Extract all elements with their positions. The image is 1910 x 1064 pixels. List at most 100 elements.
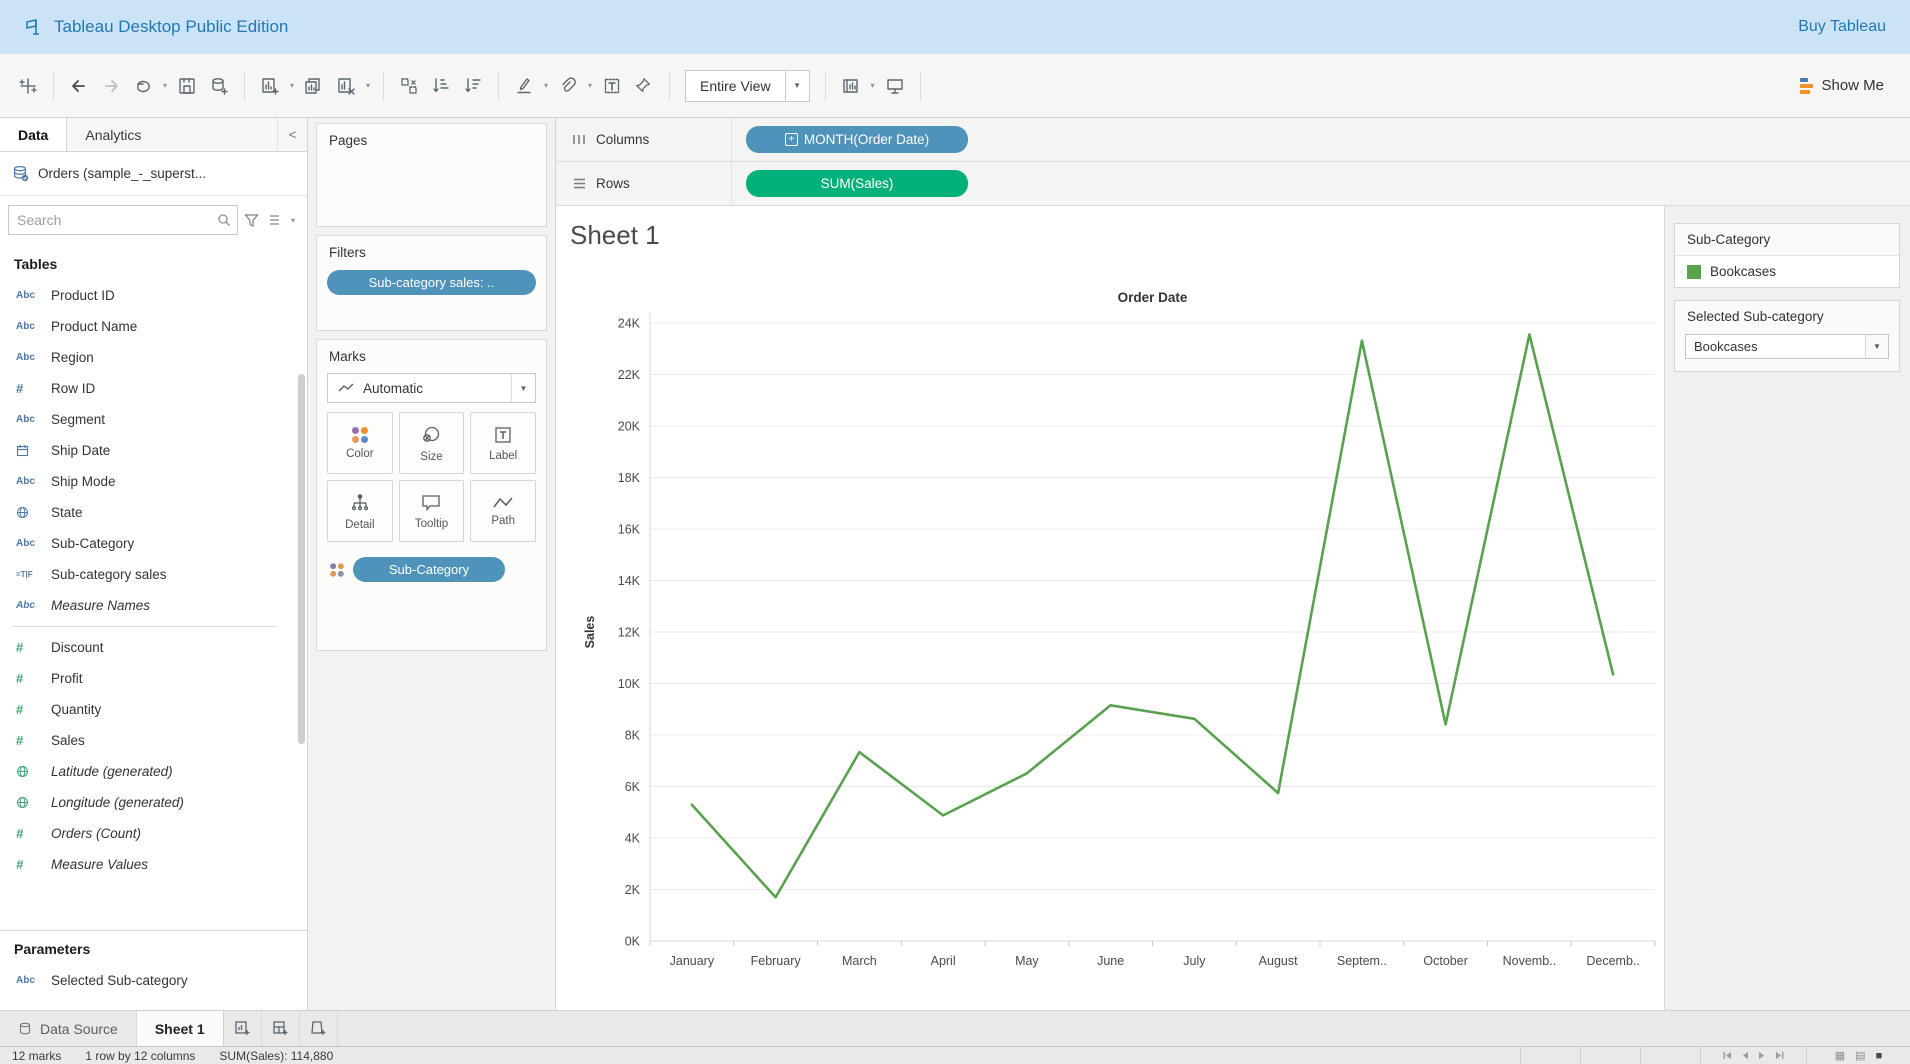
field-quantity[interactable]: #Quantity — [0, 694, 307, 725]
new-worksheet-button[interactable] — [254, 70, 286, 102]
filter-fields-icon[interactable] — [244, 213, 259, 228]
field-longitude-generated-[interactable]: Longitude (generated) — [0, 787, 307, 818]
label-button[interactable]: Label — [470, 412, 536, 474]
parameter-selected-sub-category[interactable]: AbcSelected Sub-category — [0, 965, 307, 996]
new-story-tab-button[interactable] — [300, 1011, 338, 1046]
field-label: Profit — [51, 671, 83, 686]
highlight-caret[interactable]: ▾ — [540, 81, 552, 90]
title-bar: Tableau Desktop Public Edition Buy Table… — [0, 0, 1910, 54]
chart-canvas[interactable]: Order Date0K2K4K6K8K10K12K14K16K18K20K22… — [556, 206, 1665, 1009]
filter-pill-subcategory-sales[interactable]: Sub-category sales: .. — [327, 270, 536, 295]
sort-descending-button[interactable] — [457, 70, 489, 102]
data-source-item[interactable]: Orders (sample_-_superst... — [0, 152, 307, 196]
detail-button[interactable]: Detail — [327, 480, 393, 542]
field-measure-values[interactable]: #Measure Values — [0, 849, 307, 880]
search-box[interactable] — [8, 205, 238, 235]
last-record-icon[interactable] — [1775, 1051, 1784, 1060]
tooltip-button[interactable]: Tooltip — [399, 480, 465, 542]
show-cards-button[interactable] — [835, 70, 867, 102]
field-profit[interactable]: #Profit — [0, 663, 307, 694]
show-me-button[interactable]: Show Me — [1786, 77, 1898, 94]
field-row-id[interactable]: #Row ID — [0, 373, 307, 404]
format-links-caret[interactable]: ▾ — [584, 81, 596, 90]
fields-scrollbar[interactable] — [298, 374, 305, 744]
mark-type-caret[interactable]: ▼ — [511, 374, 535, 402]
duplicate-sheet-button[interactable] — [298, 70, 330, 102]
field-measure-names[interactable]: AbcMeasure Names — [0, 590, 307, 621]
size-button[interactable]: Size — [399, 412, 465, 474]
collapse-pane-chevron[interactable]: < — [277, 118, 307, 151]
grid-view-icon[interactable]: ▦ — [1835, 1049, 1845, 1062]
fix-axes-pin-button[interactable] — [628, 70, 660, 102]
field-sub-category-sales[interactable]: =T|FSub-category sales — [0, 559, 307, 590]
format-links-icon[interactable] — [552, 70, 584, 102]
new-worksheet-tab-button[interactable] — [224, 1011, 262, 1046]
replay-button[interactable] — [127, 70, 159, 102]
replay-caret[interactable]: ▾ — [159, 81, 171, 90]
highlight-button[interactable] — [508, 70, 540, 102]
rows-pill-sum-sales[interactable]: SUM(Sales) — [746, 170, 968, 197]
undo-button[interactable] — [63, 70, 95, 102]
marks-pill-subcategory[interactable]: Sub-Category — [353, 557, 505, 582]
field-sales[interactable]: #Sales — [0, 725, 307, 756]
field-discount[interactable]: #Discount — [0, 632, 307, 663]
columns-pill-month-order-date[interactable]: + MONTH(Order Date) — [746, 126, 968, 153]
parameter-caret[interactable]: ▼ — [1865, 335, 1888, 358]
new-worksheet-caret[interactable]: ▾ — [286, 81, 298, 90]
color-button[interactable]: Color — [327, 412, 393, 474]
field-latitude-generated-[interactable]: Latitude (generated) — [0, 756, 307, 787]
show-cards-caret[interactable]: ▾ — [867, 81, 879, 90]
clear-sheet-button[interactable] — [330, 70, 362, 102]
fit-selector-value: Entire View — [686, 71, 785, 101]
field-sub-category[interactable]: AbcSub-Category — [0, 528, 307, 559]
field-region[interactable]: AbcRegion — [0, 342, 307, 373]
columns-shelf[interactable]: Columns + MONTH(Order Date) — [556, 118, 1910, 162]
tab-sheet1[interactable]: Sheet 1 — [137, 1011, 224, 1046]
filters-card[interactable]: Filters Sub-category sales: .. — [316, 235, 547, 331]
sheet-canvas: Sheet 1 Order Date0K2K4K6K8K10K12K14K16K… — [556, 206, 1665, 1010]
buy-tableau-link[interactable]: Buy Tableau — [1798, 18, 1886, 36]
mark-type-dropdown[interactable]: Automatic ▼ — [327, 373, 536, 403]
tableau-logo-icon[interactable] — [12, 70, 44, 102]
pages-card[interactable]: Pages — [316, 123, 547, 227]
new-dashboard-tab-button[interactable] — [262, 1011, 300, 1046]
redo-button[interactable] — [95, 70, 127, 102]
field-ship-date[interactable]: Ship Date — [0, 435, 307, 466]
field-label: Segment — [51, 412, 105, 427]
field-orders-count-[interactable]: #Orders (Count) — [0, 818, 307, 849]
view-options-icon[interactable] — [265, 213, 281, 227]
next-record-icon[interactable] — [1758, 1051, 1766, 1060]
clear-sheet-caret[interactable]: ▾ — [362, 81, 374, 90]
tab-data[interactable]: Data — [0, 118, 66, 151]
field-ship-mode[interactable]: AbcShip Mode — [0, 466, 307, 497]
view-options-caret[interactable]: ▾ — [287, 216, 299, 225]
rows-shelf[interactable]: Rows SUM(Sales) — [556, 162, 1910, 206]
app-title: Tableau Desktop Public Edition — [54, 17, 288, 37]
fit-selector-caret[interactable]: ▼ — [785, 71, 809, 101]
field-product-id[interactable]: AbcProduct ID — [0, 280, 307, 311]
expand-date-icon[interactable]: + — [785, 133, 798, 146]
field-segment[interactable]: AbcSegment — [0, 404, 307, 435]
save-button[interactable] — [171, 70, 203, 102]
fit-selector[interactable]: Entire View ▼ — [685, 70, 810, 102]
tab-analytics[interactable]: Analytics — [66, 118, 277, 151]
tab-data-source[interactable]: Data Source — [0, 1011, 137, 1046]
field-product-name[interactable]: AbcProduct Name — [0, 311, 307, 342]
detail-view-icon[interactable]: ■ — [1876, 1050, 1883, 1062]
parameter-dropdown[interactable]: Bookcases ▼ — [1685, 334, 1889, 359]
field-state[interactable]: State — [0, 497, 307, 528]
color-assignment-icon[interactable] — [330, 563, 344, 577]
presentation-mode-button[interactable] — [879, 70, 911, 102]
toolbar-separator — [825, 71, 826, 101]
show-mark-labels-button[interactable] — [596, 70, 628, 102]
search-input[interactable] — [9, 212, 217, 228]
swap-rows-columns-button[interactable] — [393, 70, 425, 102]
path-button[interactable]: Path — [470, 480, 536, 542]
sort-ascending-button[interactable] — [425, 70, 457, 102]
first-record-icon[interactable] — [1723, 1051, 1732, 1060]
list-view-icon[interactable]: ▤ — [1855, 1049, 1865, 1062]
previous-record-icon[interactable] — [1741, 1051, 1749, 1060]
legend-item-bookcases[interactable]: Bookcases — [1675, 255, 1899, 287]
parameter-title: Selected Sub-category — [1675, 301, 1899, 332]
new-data-source-button[interactable] — [203, 70, 235, 102]
